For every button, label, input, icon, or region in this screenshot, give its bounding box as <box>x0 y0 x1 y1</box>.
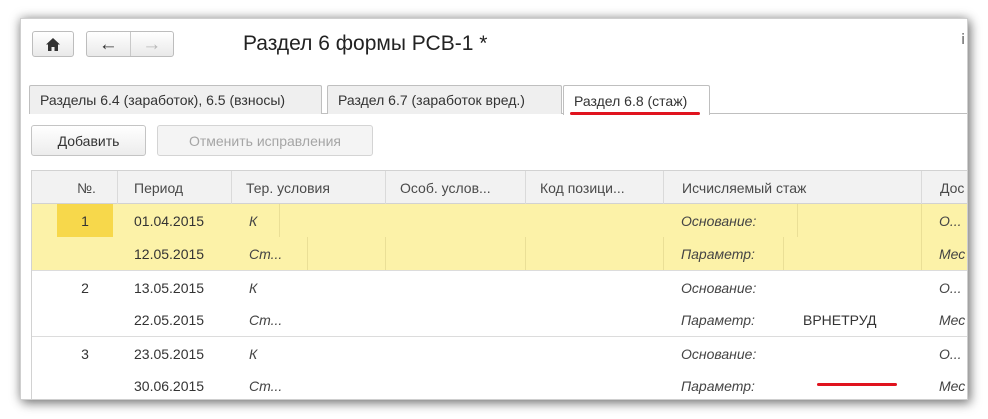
row-ter: Ст... <box>249 245 283 262</box>
table-row[interactable]: 1 01.04.2015 К Основание: О... <box>31 204 967 237</box>
forward-button[interactable]: → <box>129 32 174 56</box>
row-dos: Мес <box>939 311 966 328</box>
row-stazh-label: Параметр: <box>681 245 755 262</box>
row-period: 23.05.2015 <box>134 345 205 362</box>
row-num: 3 <box>81 345 89 362</box>
col-osob[interactable]: Особ. услов... <box>385 171 525 204</box>
page-title: Раздел 6 формы РСВ-1 * <box>243 32 488 55</box>
tab-razdel-6-8[interactable]: Раздел 6.8 (стаж) <box>563 85 710 115</box>
row-stazh-value <box>801 237 911 270</box>
row-dos: О... <box>939 212 962 229</box>
home-button[interactable] <box>32 31 74 57</box>
table-left-border <box>31 170 32 399</box>
row-dos: О... <box>939 279 962 296</box>
stazh-table: №. Период Тер. условия Особ. услов... Ко… <box>31 170 967 399</box>
row-ter: К <box>249 212 258 229</box>
row-stazh-label: Основание: <box>681 212 757 229</box>
row-num: 2 <box>81 279 89 296</box>
col-period[interactable]: Период <box>117 171 231 204</box>
row-period: 01.04.2015 <box>134 212 205 229</box>
row-stazh-label: Параметр: <box>681 377 755 394</box>
tab-bar: Разделы 6.4 (заработок), 6.5 (взносы) Ра… <box>29 85 967 115</box>
more-icon[interactable]: ⅰ <box>961 31 965 48</box>
table-row[interactable]: 3 23.05.2015 К Основание: О... <box>31 336 967 369</box>
row-dos: Мес <box>939 245 966 262</box>
back-button[interactable]: ← <box>87 32 130 56</box>
row-stazh-value <box>801 337 911 370</box>
table-gutter <box>21 170 31 399</box>
row-stazh-label: Основание: <box>681 279 757 296</box>
row-stazh-label: Основание: <box>681 345 757 362</box>
home-icon <box>46 37 60 51</box>
row-ter: К <box>249 279 258 296</box>
col-ter[interactable]: Тер. условия <box>231 171 385 204</box>
row-stazh-value <box>801 271 911 304</box>
table-body: 1 01.04.2015 К Основание: О... 12.05.201… <box>31 204 967 399</box>
row-period: 12.05.2015 <box>134 245 205 262</box>
row-num <box>57 369 113 399</box>
add-button[interactable]: Добавить <box>31 125 146 156</box>
tab-razdely-6-4-6-5[interactable]: Разделы 6.4 (заработок), 6.5 (взносы) <box>29 85 322 114</box>
row-ter: Ст... <box>249 311 283 328</box>
row-dos: Мес <box>939 377 966 394</box>
history-nav: ← → <box>86 31 174 57</box>
value-annotation-underline <box>817 383 897 386</box>
col-dos[interactable]: Дос <box>921 171 967 204</box>
arrow-left-icon: ← <box>98 33 118 55</box>
form-window: ← → Раздел 6 формы РСВ-1 * ⅰ Разделы 6.4… <box>20 18 968 400</box>
row-stazh-value <box>801 204 911 237</box>
row-ter: К <box>249 345 258 362</box>
row-num <box>57 237 113 270</box>
table-row[interactable]: 2 13.05.2015 К Основание: О... <box>31 270 967 303</box>
col-kod[interactable]: Код позици... <box>525 171 663 204</box>
arrow-right-icon: → <box>142 33 162 55</box>
table-header: №. Период Тер. условия Особ. услов... Ко… <box>31 170 967 204</box>
row-period: 30.06.2015 <box>134 377 205 394</box>
col-stazh[interactable]: Исчисляемый стаж <box>663 171 921 204</box>
row-stazh-label: Параметр: <box>681 311 755 328</box>
cancel-fixes-button[interactable]: Отменить исправления <box>157 125 373 156</box>
table-row[interactable]: 12.05.2015 Ст... Параметр: Мес <box>31 237 967 270</box>
row-period: 22.05.2015 <box>134 311 205 328</box>
row-num <box>57 303 113 336</box>
tab-razdel-6-7[interactable]: Раздел 6.7 (заработок вред.) <box>327 85 562 114</box>
tab-annotation-underline <box>570 112 700 115</box>
row-period: 13.05.2015 <box>134 279 205 296</box>
row-dos: О... <box>939 345 962 362</box>
row-num: 1 <box>57 204 113 237</box>
table-row[interactable]: 22.05.2015 Ст... Параметр: ВРНЕТРУД Мес <box>31 303 967 336</box>
row-ter: Ст... <box>249 377 283 394</box>
row-stazh-value: ВРНЕТРУД <box>803 311 877 328</box>
